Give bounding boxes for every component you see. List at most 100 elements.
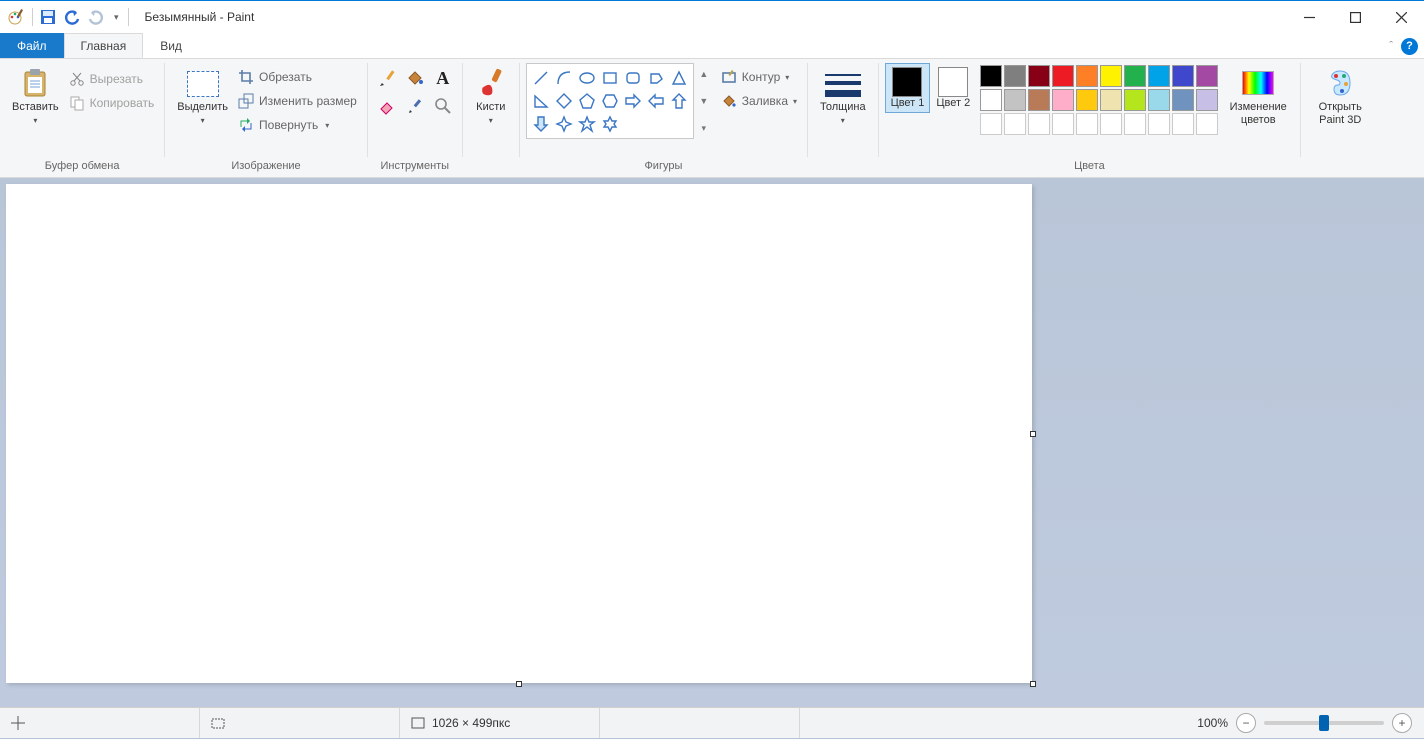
edit-colors-button[interactable]: Изменение цветов xyxy=(1222,63,1294,126)
color1-button[interactable]: Цвет 1 xyxy=(885,63,931,113)
palette-color[interactable] xyxy=(1100,89,1122,111)
palette-custom-slot[interactable] xyxy=(1172,113,1194,135)
palette-color[interactable] xyxy=(980,89,1002,111)
palette-custom-slot[interactable] xyxy=(1028,113,1050,135)
zoom-out-button[interactable]: − xyxy=(1236,713,1256,733)
resize-handle-corner[interactable] xyxy=(1030,681,1036,687)
palette-color[interactable] xyxy=(1076,89,1098,111)
crop-button[interactable]: Обрезать xyxy=(234,65,361,89)
palette-color[interactable] xyxy=(1100,65,1122,87)
color-picker-tool[interactable] xyxy=(402,93,428,119)
tab-home[interactable]: Главная xyxy=(64,33,144,58)
shapes-scroll-down[interactable]: ▼ xyxy=(697,92,711,110)
cursor-position-cell xyxy=(0,708,200,738)
collapse-ribbon-icon[interactable]: ˆ xyxy=(1389,40,1393,52)
palette-color[interactable] xyxy=(1028,65,1050,87)
palette-custom-slot[interactable] xyxy=(1052,113,1074,135)
selection-size-cell xyxy=(200,708,400,738)
palette-color[interactable] xyxy=(1028,89,1050,111)
fill-tool[interactable] xyxy=(402,65,428,91)
eraser-tool[interactable] xyxy=(374,93,400,119)
undo-icon[interactable] xyxy=(63,8,81,26)
shape-arrow-up[interactable] xyxy=(668,90,690,112)
text-tool[interactable]: A xyxy=(430,65,456,91)
resize-icon xyxy=(238,93,254,109)
shapes-scroll-up[interactable]: ▲ xyxy=(697,65,711,83)
palette-color[interactable] xyxy=(1004,65,1026,87)
palette-color[interactable] xyxy=(1004,89,1026,111)
minimize-button[interactable] xyxy=(1286,1,1332,33)
shape-star5[interactable] xyxy=(576,113,598,135)
shape-star4[interactable] xyxy=(553,113,575,135)
work-area[interactable] xyxy=(0,178,1424,707)
close-button[interactable] xyxy=(1378,1,1424,33)
palette-color[interactable] xyxy=(1172,89,1194,111)
shapes-expand[interactable]: ▾ xyxy=(697,119,711,137)
shape-oval[interactable] xyxy=(576,67,598,89)
shape-right-triangle[interactable] xyxy=(530,90,552,112)
fill-button[interactable]: Заливка ▾ xyxy=(717,89,801,113)
resize-handle-bottom[interactable] xyxy=(516,681,522,687)
maximize-button[interactable] xyxy=(1332,1,1378,33)
tab-view[interactable]: Вид xyxy=(143,33,199,58)
group-image: Выделить Обрезать Изменить размер Поверн… xyxy=(165,59,367,177)
shape-arrow-right[interactable] xyxy=(622,90,644,112)
shape-triangle[interactable] xyxy=(668,67,690,89)
open-paint3d-button[interactable]: Открыть Paint 3D xyxy=(1307,63,1373,126)
shape-hexagon[interactable] xyxy=(599,90,621,112)
fill-label: Заливка xyxy=(742,94,788,108)
shape-arrow-left[interactable] xyxy=(645,90,667,112)
cut-button[interactable]: Вырезать xyxy=(65,67,159,91)
shape-star6[interactable] xyxy=(599,113,621,135)
palette-custom-slot[interactable] xyxy=(1004,113,1026,135)
zoom-in-button[interactable]: + xyxy=(1392,713,1412,733)
shape-rounded-rect[interactable] xyxy=(622,67,644,89)
resize-handle-right[interactable] xyxy=(1030,431,1036,437)
magnifier-tool[interactable] xyxy=(430,93,456,119)
palette-color[interactable] xyxy=(1148,65,1170,87)
shape-line[interactable] xyxy=(530,67,552,89)
palette-color[interactable] xyxy=(980,65,1002,87)
paste-button[interactable]: Вставить xyxy=(6,63,65,125)
redo-icon[interactable] xyxy=(87,8,105,26)
shape-curve[interactable] xyxy=(553,67,575,89)
palette-custom-slot[interactable] xyxy=(1100,113,1122,135)
zoom-slider-thumb[interactable] xyxy=(1319,715,1329,731)
copy-button[interactable]: Копировать xyxy=(65,91,159,115)
canvas[interactable] xyxy=(6,184,1032,683)
palette-custom-slot[interactable] xyxy=(1148,113,1170,135)
help-icon[interactable]: ? xyxy=(1401,38,1418,55)
palette-color[interactable] xyxy=(1124,65,1146,87)
color2-button[interactable]: Цвет 2 xyxy=(930,63,976,113)
pencil-tool[interactable] xyxy=(374,65,400,91)
palette-color[interactable] xyxy=(1196,89,1218,111)
resize-button[interactable]: Изменить размер xyxy=(234,89,361,113)
palette-custom-slot[interactable] xyxy=(1124,113,1146,135)
outline-button[interactable]: Контур ▾ xyxy=(717,65,801,89)
brushes-button[interactable]: Кисти xyxy=(469,63,513,125)
shape-rectangle[interactable] xyxy=(599,67,621,89)
palette-color[interactable] xyxy=(1172,65,1194,87)
qat-customize-icon[interactable]: ▾ xyxy=(111,12,122,23)
shape-polygon[interactable] xyxy=(645,67,667,89)
palette-color[interactable] xyxy=(1052,65,1074,87)
palette-color[interactable] xyxy=(1076,65,1098,87)
palette-color[interactable] xyxy=(1124,89,1146,111)
shape-arrow-down[interactable] xyxy=(530,113,552,135)
palette-color[interactable] xyxy=(1196,65,1218,87)
palette-custom-slot[interactable] xyxy=(980,113,1002,135)
tab-file[interactable]: Файл xyxy=(0,33,64,58)
zoom-controls: 100% − + xyxy=(1185,713,1424,733)
shape-pentagon[interactable] xyxy=(576,90,598,112)
save-icon[interactable] xyxy=(39,8,57,26)
palette-color[interactable] xyxy=(1052,89,1074,111)
zoom-slider[interactable] xyxy=(1264,721,1384,725)
shapes-gallery[interactable] xyxy=(526,63,694,139)
shape-diamond[interactable] xyxy=(553,90,575,112)
palette-custom-slot[interactable] xyxy=(1196,113,1218,135)
rotate-button[interactable]: Повернуть ▾ xyxy=(234,113,361,137)
thickness-button[interactable]: Толщина xyxy=(814,63,872,125)
select-button[interactable]: Выделить xyxy=(171,63,234,125)
palette-custom-slot[interactable] xyxy=(1076,113,1098,135)
palette-color[interactable] xyxy=(1148,89,1170,111)
